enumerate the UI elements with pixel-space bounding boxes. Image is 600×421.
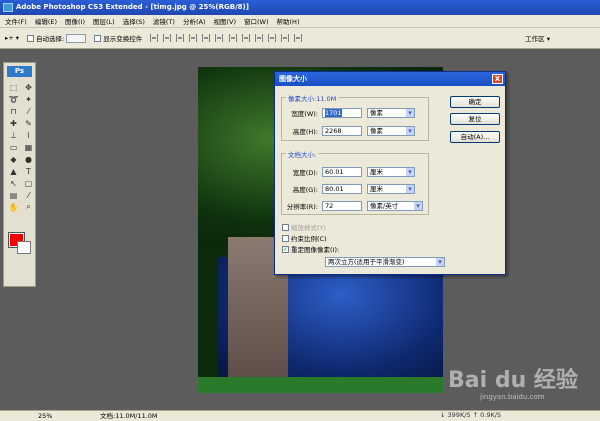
slice-tool-icon[interactable]: ⁄ — [22, 106, 35, 116]
upload-icon: ↑ — [472, 411, 479, 419]
reset-button[interactable]: 复位 — [450, 113, 500, 125]
window-title: Adobe Photoshop CS3 Extended - [timg.jpg… — [16, 3, 249, 11]
resample-option[interactable]: 重定图像像素(I): — [282, 244, 339, 254]
eyedropper-tool-icon[interactable]: ⁄ — [22, 190, 35, 200]
workspace-menu[interactable]: 工作区 ▾ — [525, 33, 550, 43]
download-speed: 399K/S — [447, 411, 471, 419]
ok-button[interactable]: 确定 — [450, 96, 500, 108]
brush-tool-icon[interactable]: ✎ — [22, 118, 35, 128]
document-info: 文档:11.0M/11.0M — [100, 412, 158, 420]
menu-analysis[interactable]: 分析(A) — [183, 16, 206, 26]
auto-select-checkbox[interactable] — [27, 34, 35, 42]
constrain-proportions-option[interactable]: 约束比例(C) — [282, 233, 327, 243]
baidu-watermark-url: jingyan.baidu.com — [480, 393, 545, 401]
dialog-title-bar: 图像大小 X — [275, 72, 505, 86]
move-tool-icon[interactable]: ✥ — [22, 82, 35, 92]
options-bar: ▸+ ▾ 自动选择: 显示变换控件 — [0, 28, 600, 49]
auto-button[interactable]: 自动(A)... — [450, 131, 500, 143]
doc-width-label: 宽度(D): — [292, 169, 318, 177]
align-buttons[interactable] — [150, 34, 224, 42]
magic-wand-tool-icon[interactable]: ✦ — [22, 94, 35, 104]
auto-select-label: 自动选择: — [36, 35, 65, 43]
resample-method-dropdown[interactable]: 两次立方(适用于平滑渐变) — [325, 257, 445, 267]
notes-tool-icon[interactable]: ▤ — [7, 190, 20, 200]
eraser-tool-icon[interactable]: ▭ — [7, 142, 20, 152]
close-icon[interactable]: X — [492, 74, 503, 84]
move-tool-icon[interactable]: ▸+ ▾ — [5, 34, 19, 42]
title-bar: Adobe Photoshop CS3 Extended - [timg.jpg… — [0, 0, 600, 15]
width-input[interactable]: 1701 — [322, 108, 362, 118]
dodge-tool-icon[interactable]: ● — [22, 154, 35, 164]
width-unit-dropdown[interactable]: 像素 — [367, 108, 415, 118]
baidu-watermark: Bai du 经验 — [448, 368, 578, 393]
toolbox: Ps ⬚ ✥ ➰ ✦ ⊓ ⁄ ✚ ✎ ⊥ ⌇ ▭ ▦ ◆ ● ▲ T ↖ ▢ ▤ ⁄ ✋ ⌕ — [3, 62, 36, 287]
direct-select-icon[interactable]: ↖ — [7, 178, 20, 188]
height-input[interactable]: 2268 — [322, 126, 362, 136]
scale-styles-option[interactable]: 缩放样式(Y) — [282, 222, 326, 232]
upload-speed: 0.9K/S — [480, 411, 502, 419]
constrain-proportions-checkbox[interactable] — [282, 234, 289, 242]
doc-width-unit-dropdown[interactable]: 厘米 — [367, 167, 415, 177]
shape-tool-icon[interactable]: ▢ — [22, 178, 35, 188]
zoom-tool-icon[interactable]: ⌕ — [22, 202, 35, 212]
photoshop-logo-icon — [3, 3, 13, 12]
zoom-level[interactable]: 25% — [38, 411, 52, 421]
image-size-dialog: 图像大小 X 像素大小:11.0M 宽度(W): 1701 像素 高度(H): … — [274, 71, 506, 275]
menu-help[interactable]: 帮助(H) — [277, 16, 300, 26]
healing-brush-icon[interactable]: ✚ — [7, 118, 20, 128]
doc-height-unit-dropdown[interactable]: 厘米 — [367, 184, 415, 194]
doc-height-input[interactable]: 80.01 — [322, 184, 362, 194]
path-select-icon[interactable]: ▲ — [7, 166, 20, 176]
resolution-unit-dropdown[interactable]: 像素/英寸 — [367, 201, 423, 211]
menu-image[interactable]: 图像(I) — [65, 16, 85, 26]
distribute-buttons[interactable] — [229, 34, 303, 42]
resample-checkbox[interactable] — [282, 245, 289, 253]
height-label: 高度(H): — [292, 128, 318, 136]
document-size-label: 文档大小: — [286, 149, 319, 159]
type-tool-icon[interactable]: T — [22, 166, 35, 176]
resolution-label: 分辨率(R): — [286, 203, 318, 211]
gradient-tool-icon[interactable]: ▦ — [22, 142, 35, 152]
dialog-title: 图像大小 — [279, 75, 307, 83]
resolution-input[interactable]: 72 — [322, 201, 362, 211]
crop-tool-icon[interactable]: ⊓ — [7, 106, 20, 116]
download-icon: ↓ — [440, 411, 446, 419]
auto-select-dropdown[interactable] — [66, 33, 87, 43]
stamp-tool-icon[interactable]: ⊥ — [7, 130, 20, 140]
blur-tool-icon[interactable]: ◆ — [7, 154, 20, 164]
doc-height-label: 高度(G): — [292, 186, 318, 194]
pixel-dimensions-label: 像素大小:11.0M — [286, 93, 339, 103]
show-transform-label: 显示变换控件 — [103, 35, 143, 43]
show-transform-checkbox[interactable] — [94, 34, 102, 42]
menu-filter[interactable]: 滤镜(T) — [153, 16, 175, 26]
menu-layer[interactable]: 图层(L) — [93, 16, 115, 26]
grass-image — [198, 377, 443, 393]
history-brush-icon[interactable]: ⌇ — [22, 130, 35, 140]
menu-window[interactable]: 窗口(W) — [244, 16, 269, 26]
document-size-group: 文档大小: 宽度(D): 60.01 厘米 高度(G): 80.01 厘米 分辨… — [281, 149, 429, 215]
network-speed: ↓ 399K/S ↑ 0.9K/S — [440, 410, 530, 421]
background-color-swatch[interactable] — [17, 241, 31, 254]
ps-logo: Ps — [7, 66, 32, 77]
lasso-tool-icon[interactable]: ➰ — [7, 94, 20, 104]
menu-file[interactable]: 文件(F) — [5, 16, 27, 26]
marquee-tool-icon[interactable]: ⬚ — [7, 82, 20, 92]
menu-edit[interactable]: 编辑(E) — [35, 16, 57, 26]
height-unit-dropdown[interactable]: 像素 — [367, 126, 415, 136]
doc-width-input[interactable]: 60.01 — [322, 167, 362, 177]
width-label: 宽度(W): — [291, 110, 318, 118]
scale-styles-checkbox[interactable] — [282, 223, 289, 231]
hand-tool-icon[interactable]: ✋ — [7, 202, 20, 212]
pixel-dimensions-group: 像素大小:11.0M 宽度(W): 1701 像素 高度(H): 2268 像素 — [281, 93, 429, 141]
menu-select[interactable]: 选择(S) — [123, 16, 145, 26]
menu-bar: 文件(F) 编辑(E) 图像(I) 图层(L) 选择(S) 滤镜(T) 分析(A… — [0, 15, 600, 28]
menu-view[interactable]: 视图(V) — [213, 16, 236, 26]
